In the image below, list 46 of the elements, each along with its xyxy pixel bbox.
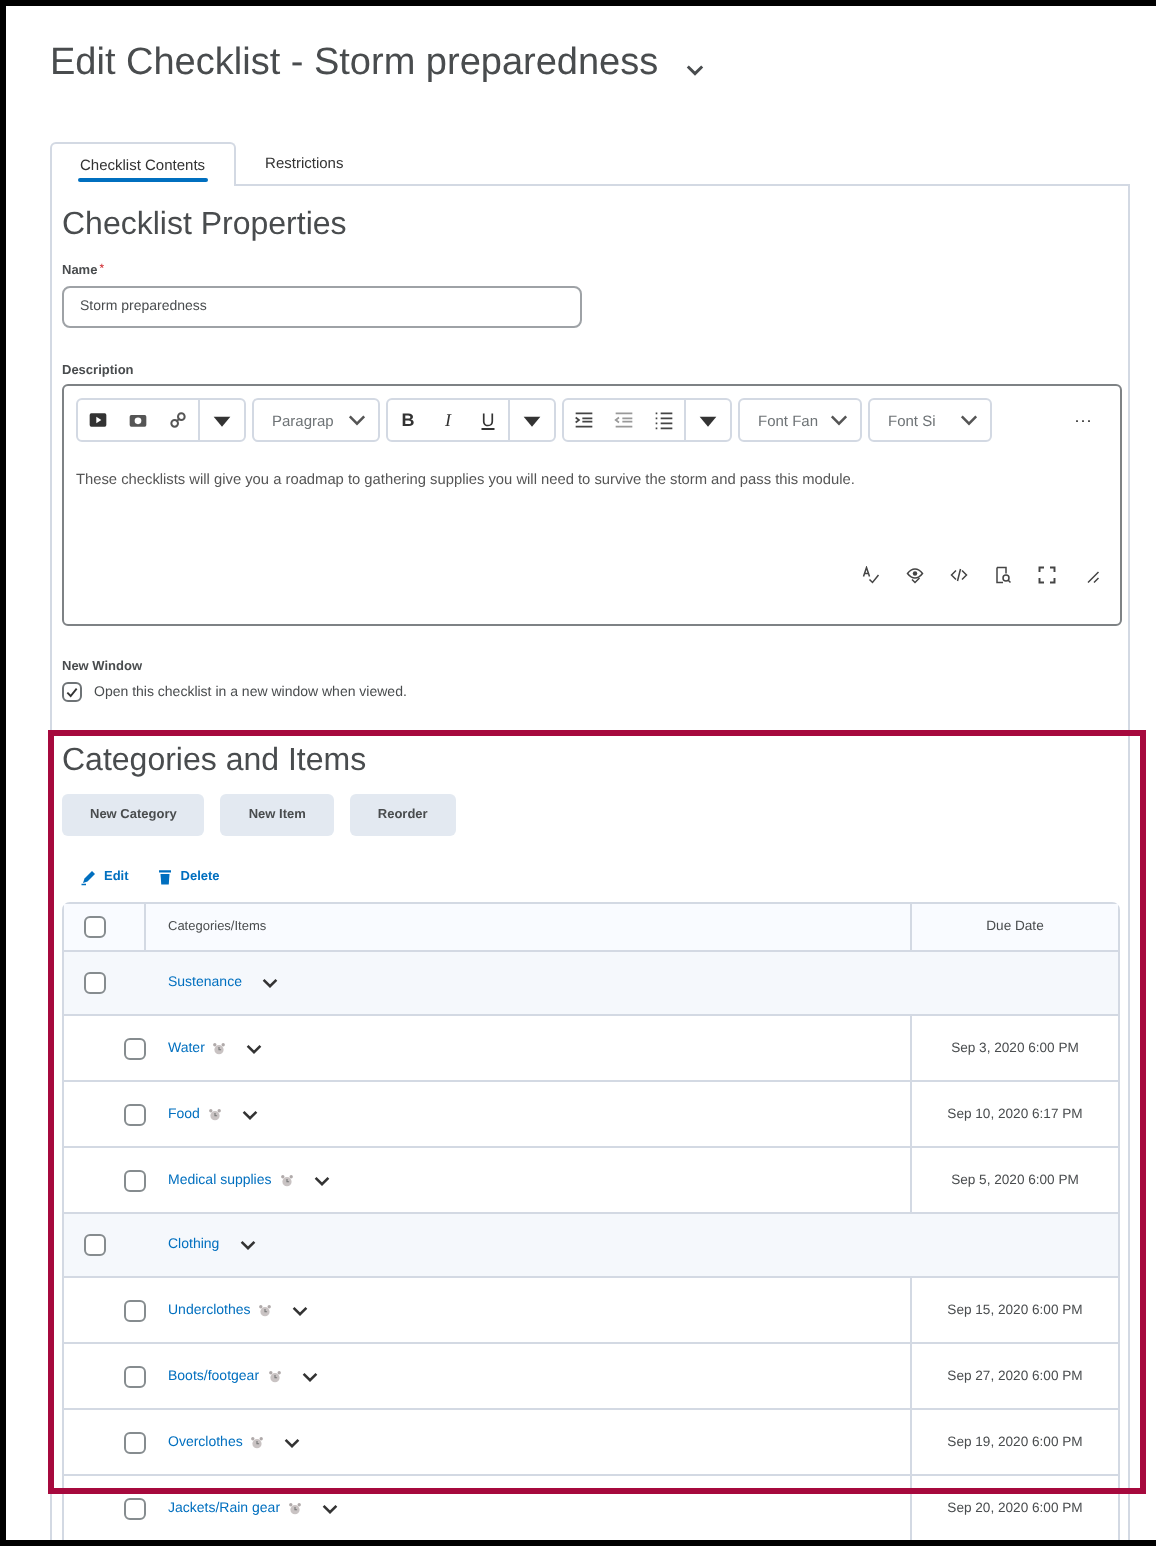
row-checkbox[interactable] (124, 1497, 146, 1519)
bold-button[interactable]: B (388, 410, 428, 430)
chevron-down-icon[interactable] (686, 64, 705, 76)
select-all-checkbox[interactable] (84, 916, 106, 938)
pencil-icon (80, 868, 98, 886)
underline-button[interactable]: U (468, 410, 508, 430)
trash-icon (156, 868, 175, 886)
row-checkbox[interactable] (124, 1431, 146, 1453)
alarm-icon (288, 1501, 303, 1515)
section-heading: Checklist Properties (62, 208, 349, 244)
row-checkbox[interactable] (124, 1299, 146, 1321)
chevron-down-icon[interactable] (292, 1305, 309, 1315)
alarm-icon (279, 1173, 294, 1187)
chevron-down-icon (960, 414, 978, 426)
preview-icon[interactable] (994, 566, 1012, 584)
more-button[interactable]: ··· (1074, 410, 1092, 430)
fullscreen-icon[interactable] (1038, 566, 1056, 584)
resize-handle-icon[interactable] (1082, 566, 1100, 584)
spellcheck-icon[interactable] (862, 566, 880, 584)
chevron-down-icon (830, 414, 848, 426)
chevron-down-icon[interactable] (301, 1371, 318, 1381)
checkbox[interactable] (62, 682, 82, 702)
chevron-down-icon[interactable] (313, 1175, 330, 1185)
eye-icon[interactable] (906, 566, 924, 584)
chevron-down-icon[interactable] (284, 1437, 301, 1447)
chevron-down-icon[interactable] (322, 1503, 339, 1513)
row-checkbox[interactable] (124, 1103, 146, 1125)
row-checkbox[interactable] (84, 972, 106, 994)
chevron-down-icon[interactable] (261, 978, 278, 988)
row-checkbox[interactable] (124, 1037, 146, 1059)
alarm-icon (250, 1435, 265, 1449)
chevron-down-icon (348, 414, 366, 426)
italic-button[interactable]: I (428, 410, 468, 430)
page-title: Edit Checklist - Storm preparedness (50, 42, 659, 86)
alarm-icon (212, 1041, 227, 1055)
section-heading: Categories and Items (62, 744, 369, 780)
chevron-down-icon[interactable] (246, 1043, 263, 1053)
row-checkbox[interactable] (124, 1365, 146, 1387)
alarm-icon (258, 1303, 273, 1317)
chevron-down-icon[interactable] (241, 1109, 258, 1119)
row-checkbox[interactable] (84, 1234, 106, 1256)
alarm-icon (267, 1369, 282, 1383)
alarm-icon (207, 1107, 222, 1121)
code-icon[interactable] (950, 566, 968, 584)
chevron-down-icon[interactable] (239, 1240, 256, 1250)
row-checkbox[interactable] (124, 1169, 146, 1191)
